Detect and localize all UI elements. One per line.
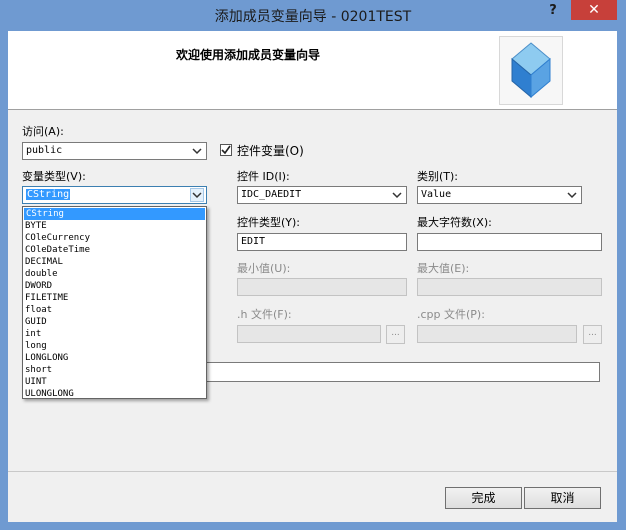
- dropdown-option[interactable]: DECIMAL: [23, 256, 206, 268]
- title-bar[interactable]: 添加成员变量向导 - 0201TEST ? ✕: [0, 0, 626, 30]
- dropdown-option[interactable]: double: [23, 268, 206, 280]
- chevron-down-icon[interactable]: [565, 188, 579, 202]
- min-value-input[interactable]: [237, 278, 407, 296]
- chevron-down-icon[interactable]: [190, 188, 204, 202]
- category-combo[interactable]: Value: [417, 186, 582, 204]
- dropdown-option[interactable]: ULONGLONG: [23, 388, 206, 400]
- access-combo[interactable]: public: [22, 142, 207, 160]
- dropdown-option[interactable]: CString: [24, 208, 205, 220]
- dropdown-option[interactable]: COleDateTime: [23, 244, 206, 256]
- finish-button[interactable]: 完成: [445, 487, 522, 509]
- variable-type-dropdown-list[interactable]: CString BYTE COleCurrency COleDateTime DECIM…: [22, 206, 207, 399]
- dropdown-option[interactable]: short: [23, 364, 206, 376]
- chevron-down-icon[interactable]: [390, 188, 404, 202]
- max-chars-label: 最大字符数(X):: [417, 216, 492, 229]
- h-file-browse-button[interactable]: ...: [386, 325, 405, 344]
- variable-type-value: CString: [26, 189, 71, 200]
- h-file-input[interactable]: [237, 325, 381, 343]
- max-value-label: 最大值(E):: [417, 262, 470, 275]
- min-value-label: 最小值(U):: [237, 262, 291, 275]
- dropdown-option[interactable]: FILETIME: [23, 292, 206, 304]
- window-title: 添加成员变量向导 - 0201TEST: [214, 9, 412, 25]
- variable-type-label: 变量类型(V):: [22, 170, 86, 183]
- dropdown-option[interactable]: GUID: [23, 316, 206, 328]
- control-id-label: 控件 ID(I):: [237, 170, 290, 183]
- max-value-input[interactable]: [417, 278, 602, 296]
- comment-input[interactable]: [200, 362, 600, 382]
- dropdown-option[interactable]: LONGLONG: [23, 352, 206, 364]
- dropdown-option[interactable]: long: [23, 340, 206, 352]
- h-file-label: .h 文件(F):: [237, 308, 292, 321]
- wizard-header-title: 欢迎使用添加成员变量向导: [175, 48, 320, 62]
- cpp-file-input[interactable]: [417, 325, 577, 343]
- chevron-down-icon[interactable]: [190, 144, 204, 158]
- button-separator: [8, 471, 617, 472]
- access-label: 访问(A):: [22, 125, 64, 138]
- wizard-header: 欢迎使用添加成员变量向导: [8, 31, 617, 110]
- dropdown-option[interactable]: int: [23, 328, 206, 340]
- control-variable-label: 控件变量(O): [237, 144, 304, 158]
- cancel-button[interactable]: 取消: [524, 487, 601, 509]
- control-id-combo[interactable]: IDC_DAEDIT: [237, 186, 407, 204]
- category-label: 类别(T):: [417, 170, 459, 183]
- control-variable-checkbox[interactable]: [220, 144, 232, 156]
- dialog-client-area: 欢迎使用添加成员变量向导 访问(A): public 控件变量(O) 变量类型(…: [8, 31, 617, 522]
- control-id-value: IDC_DAEDIT: [241, 189, 302, 200]
- close-button[interactable]: ✕: [571, 0, 617, 20]
- max-chars-input[interactable]: [417, 233, 602, 251]
- dropdown-option[interactable]: COleCurrency: [23, 232, 206, 244]
- help-button[interactable]: ?: [538, 2, 568, 22]
- dropdown-option[interactable]: DWORD: [23, 280, 206, 292]
- access-value: public: [26, 145, 63, 156]
- dropdown-option[interactable]: float: [23, 304, 206, 316]
- dialog-window: 添加成员变量向导 - 0201TEST ? ✕ 欢迎使用添加成员变量向导 访问(…: [0, 0, 626, 530]
- variable-type-combo[interactable]: CString: [22, 186, 207, 204]
- control-type-field[interactable]: EDIT: [237, 233, 407, 251]
- category-value: Value: [421, 189, 452, 200]
- cpp-file-label: .cpp 文件(P):: [417, 308, 485, 321]
- wizard-cube-icon: [499, 36, 563, 105]
- dropdown-option[interactable]: BYTE: [23, 220, 206, 232]
- dropdown-option[interactable]: UINT: [23, 376, 206, 388]
- cpp-file-browse-button[interactable]: ...: [583, 325, 602, 344]
- control-type-label: 控件类型(Y):: [237, 216, 301, 229]
